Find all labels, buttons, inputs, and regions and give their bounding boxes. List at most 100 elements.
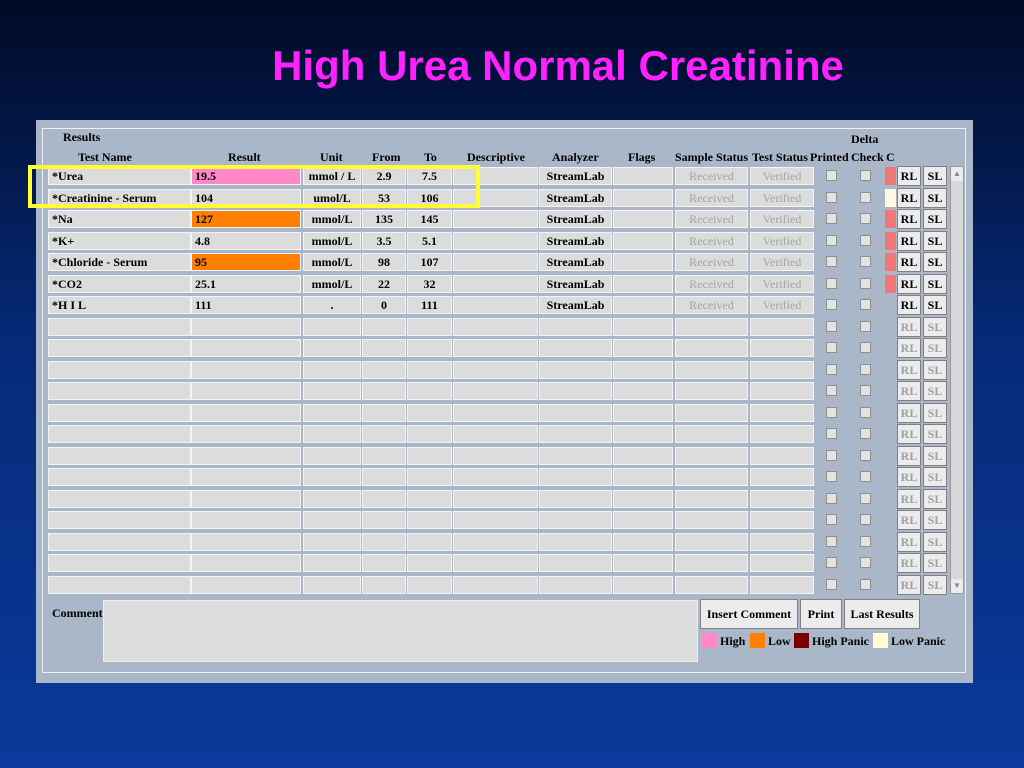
delta-check-checkbox[interactable] [860,192,871,203]
rl-button[interactable]: RL [897,252,921,272]
rl-button[interactable]: RL [897,403,921,423]
delta-check-checkbox[interactable] [860,428,871,439]
unit-cell[interactable]: . [303,296,361,314]
flags-cell[interactable] [613,210,673,228]
test-name-cell[interactable]: *Na [48,210,191,228]
test-status-cell[interactable] [750,339,814,357]
printed-checkbox[interactable] [826,170,837,181]
sl-button[interactable]: SL [923,510,947,530]
test-status-cell[interactable] [750,468,814,486]
analyzer-cell[interactable]: StreamLab [539,232,612,250]
result-cell[interactable]: 127 [191,210,301,228]
test-name-cell[interactable] [48,490,191,508]
test-name-cell[interactable] [48,361,191,379]
comment-textarea[interactable] [103,600,698,662]
analyzer-cell[interactable]: StreamLab [539,275,612,293]
rl-button[interactable]: RL [897,510,921,530]
printed-checkbox[interactable] [826,514,837,525]
sample-status-cell[interactable] [675,533,748,551]
rl-button[interactable]: RL [897,360,921,380]
from-cell[interactable]: 3.5 [362,232,406,250]
result-cell[interactable] [191,533,301,551]
printed-checkbox[interactable] [826,471,837,482]
unit-cell[interactable]: mmol/L [303,210,361,228]
sample-status-cell[interactable] [675,511,748,529]
unit-cell[interactable] [303,533,361,551]
from-cell[interactable]: 0 [362,296,406,314]
from-cell[interactable] [362,447,406,465]
from-cell[interactable]: 98 [362,253,406,271]
descriptive-cell[interactable] [453,210,538,228]
result-cell[interactable] [191,447,301,465]
rl-button[interactable]: RL [897,532,921,552]
printed-checkbox[interactable] [826,557,837,568]
test-status-cell[interactable] [750,511,814,529]
delta-check-checkbox[interactable] [860,579,871,590]
unit-cell[interactable]: mmol/L [303,232,361,250]
test-status-cell[interactable] [750,361,814,379]
descriptive-cell[interactable] [453,554,538,572]
to-cell[interactable] [407,425,452,443]
analyzer-cell[interactable] [539,382,612,400]
descriptive-cell[interactable] [453,296,538,314]
flags-cell[interactable] [613,490,673,508]
printed-checkbox[interactable] [826,342,837,353]
sl-button[interactable]: SL [923,360,947,380]
unit-cell[interactable] [303,339,361,357]
from-cell[interactable] [362,533,406,551]
flags-cell[interactable] [613,253,673,271]
sl-button[interactable]: SL [923,274,947,294]
result-cell[interactable]: 4.8 [191,232,301,250]
result-cell[interactable]: 25.1 [191,275,301,293]
unit-cell[interactable] [303,361,361,379]
result-cell[interactable]: 111 [191,296,301,314]
rl-button[interactable]: RL [897,166,921,186]
sl-button[interactable]: SL [923,166,947,186]
rl-button[interactable]: RL [897,338,921,358]
test-status-cell[interactable] [750,490,814,508]
printed-checkbox[interactable] [826,213,837,224]
descriptive-cell[interactable] [453,253,538,271]
unit-cell[interactable] [303,490,361,508]
unit-cell[interactable] [303,382,361,400]
from-cell[interactable] [362,576,406,594]
analyzer-cell[interactable] [539,490,612,508]
sample-status-cell[interactable] [675,404,748,422]
analyzer-cell[interactable] [539,533,612,551]
result-cell[interactable] [191,318,301,336]
from-cell[interactable] [362,361,406,379]
flags-cell[interactable] [613,554,673,572]
sl-button[interactable]: SL [923,295,947,315]
unit-cell[interactable] [303,576,361,594]
printed-checkbox[interactable] [826,299,837,310]
test-status-cell[interactable] [750,554,814,572]
printed-checkbox[interactable] [826,364,837,375]
sample-status-cell[interactable]: Received [675,275,748,293]
sample-status-cell[interactable] [675,447,748,465]
descriptive-cell[interactable] [453,533,538,551]
sample-status-cell[interactable]: Received [675,189,748,207]
to-cell[interactable]: 107 [407,253,452,271]
printed-checkbox[interactable] [826,493,837,504]
test-status-cell[interactable] [750,382,814,400]
flags-cell[interactable] [613,167,673,185]
result-cell[interactable] [191,511,301,529]
result-cell[interactable] [191,339,301,357]
test-status-cell[interactable] [750,533,814,551]
unit-cell[interactable] [303,554,361,572]
from-cell[interactable] [362,318,406,336]
test-name-cell[interactable] [48,339,191,357]
sample-status-cell[interactable]: Received [675,210,748,228]
delta-check-checkbox[interactable] [860,299,871,310]
analyzer-cell[interactable] [539,404,612,422]
test-name-cell[interactable] [48,425,191,443]
to-cell[interactable] [407,318,452,336]
sample-status-cell[interactable]: Received [675,253,748,271]
sl-button[interactable]: SL [923,338,947,358]
test-status-cell[interactable]: Verified [750,275,814,293]
test-name-cell[interactable] [48,318,191,336]
printed-checkbox[interactable] [826,192,837,203]
flags-cell[interactable] [613,361,673,379]
analyzer-cell[interactable] [539,425,612,443]
result-cell[interactable] [191,361,301,379]
